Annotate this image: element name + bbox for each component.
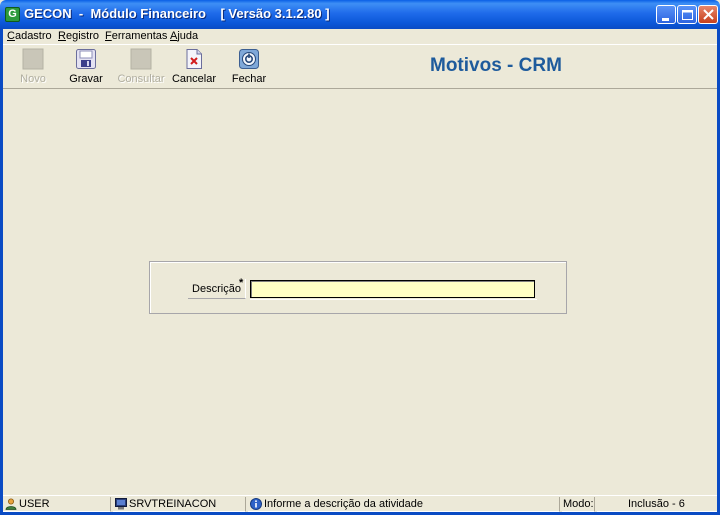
status-user-panel: USER [3,497,111,512]
computer-icon [115,498,127,510]
descricao-label: Descrição [188,279,246,299]
new-record-icon [22,48,44,70]
close-icon [703,9,714,20]
novo-button[interactable]: Novo [8,48,58,88]
power-icon [239,49,259,69]
status-mode-label-panel: Modo: [562,497,595,512]
form-title: Motivos - CRM [430,55,562,76]
cancelar-button[interactable]: Cancelar [169,48,219,88]
consultar-button[interactable]: Consultar [116,48,166,88]
maximize-button[interactable] [677,5,697,24]
form-panel: Descrição * [149,261,567,314]
status-mode-value-panel: Inclusão - 6 [597,497,717,512]
menu-ajuda[interactable]: Ajuda [170,29,198,44]
status-server-panel: SRVTREINACON [113,497,246,512]
required-marker: * [239,277,244,289]
title-bar[interactable]: G GECON - Módulo Financeiro [ Versão 3.1… [0,0,720,29]
user-icon [5,498,17,510]
save-disk-icon [76,49,96,69]
descricao-input[interactable] [250,280,535,298]
close-button[interactable] [698,5,718,24]
window-title: GECON - Módulo Financeiro [ Versão 3.1.2… [24,6,330,21]
minimize-icon [662,18,669,21]
menu-ferramentas[interactable]: Ferramentas [105,29,167,44]
gravar-button[interactable]: Gravar [61,48,111,88]
toolbar: Novo Gravar Consultar Cancelar Fechar Mo… [3,44,717,89]
search-record-icon [130,48,152,70]
menu-registro[interactable]: Registro [58,29,99,44]
menu-bar: Cadastro Registro Ferramentas Ajuda [3,29,717,44]
menu-cadastro[interactable]: Cadastro [7,29,52,44]
status-bar: USER SRVTREINACON Informe a descrição da… [3,495,717,512]
maximize-icon [682,10,693,20]
app-icon: G [5,7,20,22]
info-icon [250,498,262,510]
status-hint-panel: Informe a descrição da atividade [248,497,560,512]
cancel-document-icon [186,49,202,69]
fechar-button[interactable]: Fechar [224,48,274,88]
input-shadow [250,298,537,300]
window-frame-left [0,29,3,515]
minimize-button[interactable] [656,5,676,24]
